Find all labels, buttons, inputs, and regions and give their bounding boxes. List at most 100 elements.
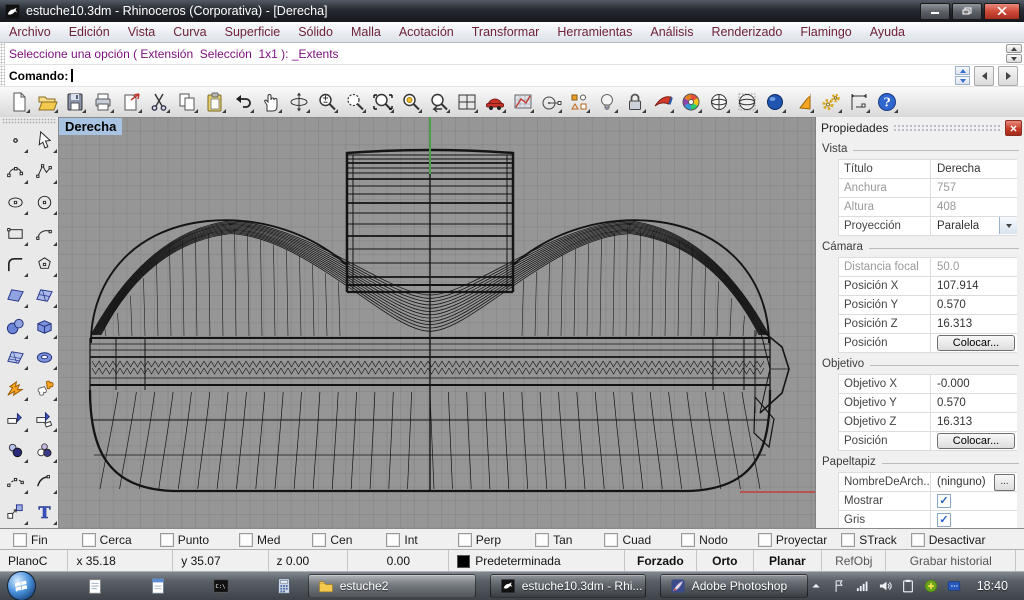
pan-icon[interactable] [260,91,282,113]
osnap-fin[interactable]: Fin [13,533,48,547]
zoom-selected-icon[interactable] [400,91,422,113]
cut-icon[interactable] [148,91,170,113]
color-wheel-icon[interactable] [680,91,702,113]
surface-icon[interactable] [0,280,31,311]
toggle-grabar-historial[interactable]: Grabar historial [886,550,1016,572]
zoom-icon[interactable] [316,91,338,113]
prop-row-mostrar[interactable]: Mostrar [839,492,1017,511]
mostrar-checkbox[interactable] [937,494,951,508]
menu-renderizado[interactable]: Renderizado [702,22,791,42]
named-view-icon[interactable] [512,91,534,113]
menu-flamingo[interactable]: Flamingo [791,22,860,42]
restore-button[interactable] [952,3,982,20]
calculator-icon[interactable] [274,576,294,596]
export-icon[interactable] [120,91,142,113]
boolean-icon[interactable] [29,373,60,404]
shaded-sphere-icon[interactable] [764,91,786,113]
save-icon[interactable] [64,91,86,113]
menu-ayuda[interactable]: Ayuda [861,22,914,42]
rotate-view-icon[interactable] [288,91,310,113]
osnap-cen[interactable]: Cen [312,533,352,547]
osnap-strack[interactable]: STrack [841,533,897,547]
panel-close-icon[interactable] [1005,120,1022,136]
dropdown-arrow-icon[interactable] [999,217,1017,234]
spheres-icon[interactable] [0,311,31,342]
cone-icon[interactable] [792,91,814,113]
osnap-perp[interactable]: Perp [458,533,501,547]
notepad-icon[interactable] [85,576,105,596]
text-icon[interactable]: T [29,497,60,528]
explode-icon[interactable] [0,373,31,404]
taskbar-window-rhino[interactable]: estuche10.3dm - Rhi... [490,574,646,598]
group-icon[interactable] [29,435,60,466]
rectangle-icon[interactable] [0,218,31,249]
clock[interactable]: 18:40 [977,579,1008,593]
command-spinner[interactable] [955,66,970,85]
colocar-camera-button[interactable]: Colocar... [937,335,1015,351]
menu-herramientas[interactable]: Herramientas [548,22,641,42]
menu-curva[interactable]: Curva [164,22,215,42]
prop-row-posicion-z[interactable]: Posición Z 16.313 [839,315,1017,334]
prop-row-posicion-x[interactable]: Posición X 107.914 [839,277,1017,296]
spinner-down-icon[interactable] [955,76,970,85]
toggle-orto[interactable]: Orto [697,550,754,572]
prop-row-objetivo-z[interactable]: Objetivo Z 16.313 [839,413,1017,432]
scale-icon[interactable] [0,497,31,528]
spinner-up-icon[interactable] [955,66,970,75]
toggle-forzado[interactable]: Forzado [625,550,697,572]
render-fin-icon[interactable] [652,91,674,113]
toggle-planar[interactable]: Planar [754,550,822,572]
split-icon[interactable] [29,404,60,435]
osnap-tan[interactable]: Tan [535,533,572,547]
menu-analisis[interactable]: Análisis [641,22,702,42]
grid-sphere-icon[interactable] [736,91,758,113]
dimension-icon[interactable] [848,91,870,113]
prop-row-gris[interactable]: Gris [839,511,1017,528]
browse-file-button[interactable]: ... [994,474,1015,491]
wire-sphere-icon[interactable] [708,91,730,113]
command-history-scrollbar[interactable] [1006,44,1022,63]
cplane-icon[interactable] [540,91,562,113]
menu-solido[interactable]: Sólido [289,22,342,42]
history-back-button[interactable] [974,66,994,86]
osnap-punto[interactable]: Punto [160,533,209,547]
cplane-selector[interactable]: PlanoC [0,550,68,572]
ellipse-icon[interactable] [0,187,31,218]
paste-icon[interactable] [204,91,226,113]
menu-transformar[interactable]: Transformar [463,22,549,42]
close-button[interactable] [984,3,1020,20]
surface-grid-icon[interactable] [29,280,60,311]
print-icon[interactable] [92,91,114,113]
rebuild-icon[interactable] [0,466,31,497]
scroll-up-icon[interactable] [1006,44,1022,53]
new-file-icon[interactable] [8,91,30,113]
select-icon[interactable] [29,125,60,156]
scroll-down-icon[interactable] [1006,54,1022,63]
polygon-icon[interactable] [29,249,60,280]
arc-icon[interactable] [29,218,60,249]
point-icon[interactable] [0,125,31,156]
lamp-icon[interactable] [596,91,618,113]
polyline-icon[interactable] [29,156,60,187]
prop-row-titulo[interactable]: Título Derecha [839,160,1017,179]
copy-icon[interactable] [176,91,198,113]
tray-blue-icon[interactable] [946,578,962,594]
open-file-icon[interactable] [36,91,58,113]
prop-row-nombre-archivo[interactable]: NombreDeArch... (ninguno) ... [839,473,1017,492]
selection-filter-icon[interactable] [568,91,590,113]
tray-green-icon[interactable] [923,578,939,594]
history-forward-button[interactable] [998,66,1018,86]
layer-selector[interactable]: Predeterminada [449,550,625,572]
tray-arrow-icon[interactable] [808,578,824,594]
menu-edicion[interactable]: Edición [60,22,119,42]
viewport-layout-icon[interactable] [456,91,478,113]
undo-view-icon[interactable] [428,91,450,113]
zoom-window-icon[interactable] [344,91,366,113]
trim-icon[interactable] [0,404,31,435]
osnap-desactivar[interactable]: Desactivar [911,533,986,547]
fillet-corner-icon[interactable] [0,249,31,280]
osnap-cuad[interactable]: Cuad [604,533,651,547]
join-icon[interactable] [0,435,31,466]
osnap-med[interactable]: Med [239,533,280,547]
cmd-icon[interactable]: C:\ [211,576,231,596]
